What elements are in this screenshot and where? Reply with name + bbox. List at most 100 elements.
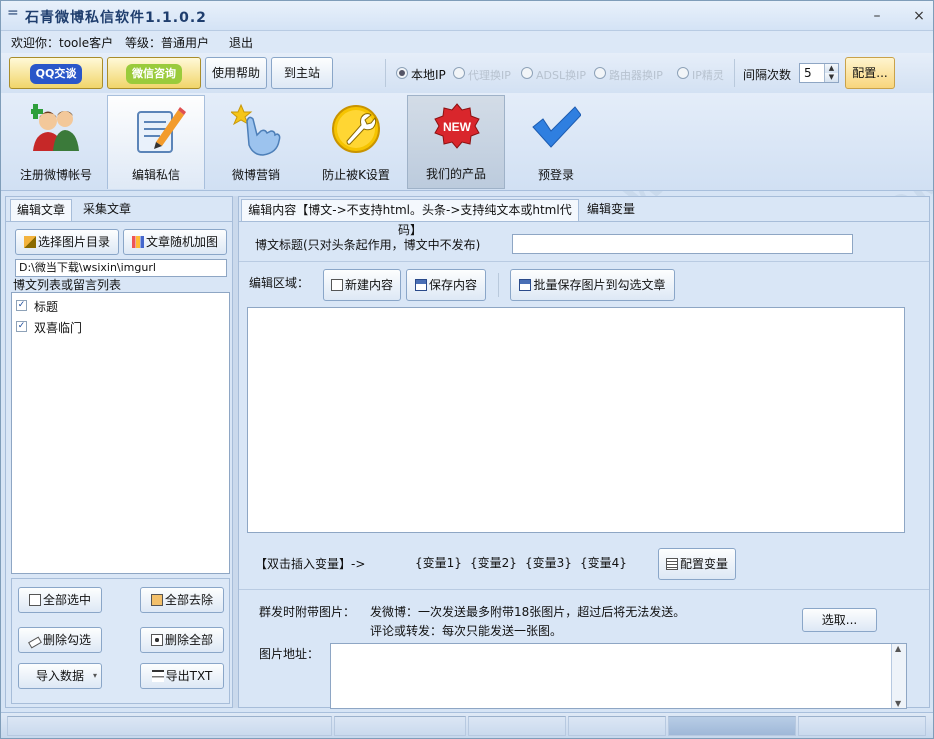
minimize-button[interactable]: – — [867, 7, 887, 25]
ip-radio-proxy[interactable] — [453, 67, 465, 79]
toolbar-separator — [385, 59, 386, 87]
wechat-consult-label: 微信咨询 — [126, 64, 182, 84]
export-icon — [151, 670, 164, 682]
users-add-icon — [31, 104, 79, 151]
select-all-label: 全部选中 — [42, 593, 91, 607]
select-all-button[interactable]: 全部选中 — [18, 587, 102, 613]
image-address-scrollbar[interactable]: ▲ ▼ — [891, 644, 906, 708]
pencil-icon — [23, 236, 36, 248]
ip-radio-ipjingling[interactable] — [677, 67, 689, 79]
tab-edit-content[interactable]: 编辑内容【博文->不支持html。头条->支持纯文本或html代码】 — [241, 199, 579, 237]
image-dir-path[interactable]: D:\微当下载\wsixin\imgurl — [15, 259, 227, 277]
edit-document-icon — [137, 107, 186, 153]
ip-radio-router[interactable] — [594, 67, 606, 79]
tab-edit-variables[interactable]: 编辑变量 — [581, 199, 641, 221]
new-badge-text: NEW — [443, 120, 472, 134]
ip-radio-local[interactable] — [396, 67, 408, 79]
ip-radio-adsl[interactable] — [521, 67, 533, 79]
title-bar: = 石青微博私信软件1.1.0.2 – × — [1, 1, 933, 31]
ip-option-router-label: 路由器换IP — [609, 69, 663, 82]
import-data-label: 导入数据 — [35, 669, 84, 683]
image-address-input[interactable]: ▲ ▼ — [330, 643, 907, 709]
article-list[interactable]: ✓ 标题 ✓ 双喜临门 — [11, 292, 230, 574]
random-image-button[interactable]: 文章随机加图 — [123, 229, 227, 255]
ip-option-adsl-label: ADSL换IP — [536, 69, 586, 82]
post-title-label: 博文标题(只对头条起作用，博文中不发布) — [255, 238, 481, 252]
module-register-account[interactable]: 注册微博帐号 — [7, 95, 105, 189]
content-editor[interactable] — [247, 307, 905, 533]
save-content-label: 保存内容 — [428, 278, 477, 292]
tab-edit-article[interactable]: 编辑文章 — [10, 199, 72, 221]
wechat-consult-button[interactable]: 微信咨询 — [107, 57, 201, 89]
variable-3[interactable]: {变量3} — [525, 554, 572, 571]
user-bar: 欢迎你：toole客户 等级：普通用户 退出 — [1, 31, 933, 53]
image-dir-path-text: D:\微当下载\wsixin\imgurl — [19, 261, 156, 274]
hand-star-icon — [231, 103, 281, 156]
batch-save-images-button[interactable]: 批量保存图片到勾选文章 — [510, 269, 675, 301]
module-weibo-marketing[interactable]: 微博营销 — [207, 95, 305, 189]
tab-content-divider — [239, 221, 929, 222]
title-divider — [239, 261, 929, 262]
tab-collect-article[interactable]: 采集文章 — [76, 199, 138, 221]
deselect-all-button[interactable]: 全部去除 — [140, 587, 224, 613]
spin-down-icon[interactable]: ▼ — [824, 73, 838, 82]
select-all-icon — [28, 594, 41, 606]
module-edit-message[interactable]: 编辑私信 — [107, 95, 205, 189]
config-button[interactable]: 配置... — [845, 57, 895, 89]
new-content-button[interactable]: 新建内容 — [323, 269, 401, 301]
list-item[interactable]: ✓ 双喜临门 — [12, 317, 226, 335]
list-item[interactable]: ✓ 标题 — [12, 296, 226, 314]
module-our-products[interactable]: NEW 我们的产品 — [407, 95, 505, 189]
variable-4[interactable]: {变量4} — [580, 554, 627, 571]
insert-variable-label: 【双击插入变量】-> — [255, 557, 366, 571]
logout-link[interactable]: 退出 — [229, 34, 253, 51]
module-edit-label: 编辑私信 — [131, 168, 180, 182]
close-button[interactable]: × — [909, 7, 929, 25]
module-toolbar: 注册微博帐号 编辑私信 微博营销 防止被K设置 NEW 我们的产品 预登录 — [1, 93, 933, 191]
import-data-dropdown[interactable]: 导入数据 ▾ — [18, 663, 102, 689]
qq-chat-label: QQ交谈 — [29, 64, 83, 84]
save-content-button[interactable]: 保存内容 — [406, 269, 486, 301]
help-button[interactable]: 使用帮助 — [205, 57, 267, 89]
interval-spinner[interactable]: 5 ▲ ▼ — [799, 63, 839, 83]
home-site-button[interactable]: 到主站 — [271, 57, 333, 89]
list-config-icon — [665, 558, 678, 570]
delete-all-button[interactable]: 删除全部 — [140, 627, 224, 653]
choose-image-dir-label: 选择图片目录 — [37, 235, 110, 249]
config-variables-button[interactable]: 配置变量 — [658, 548, 736, 580]
save-disk-icon — [519, 279, 532, 291]
status-cell — [334, 716, 466, 736]
tab-content-divider — [6, 221, 232, 222]
export-txt-button[interactable]: 导出TXT — [140, 663, 224, 689]
variable-1[interactable]: {变量1} — [415, 554, 462, 571]
top-toolbar: QQ交谈 微信咨询 使用帮助 到主站 — [1, 53, 933, 93]
module-anti-ban-settings[interactable]: 防止被K设置 — [307, 95, 405, 189]
qq-chat-button[interactable]: QQ交谈 — [9, 57, 103, 89]
post-title-input[interactable] — [512, 234, 853, 254]
choose-image-dir-button[interactable]: 选择图片目录 — [15, 229, 119, 255]
checkbox-checked-icon[interactable]: ✓ — [16, 321, 27, 332]
variable-2[interactable]: {变量2} — [470, 554, 517, 571]
module-pre-login[interactable]: 预登录 — [507, 95, 605, 189]
article-list-title: 博文列表或留言列表 — [13, 278, 122, 292]
new-content-label: 新建内容 — [344, 278, 393, 292]
delete-all-label: 删除全部 — [164, 633, 213, 647]
pick-images-button[interactable]: 选取... — [802, 608, 877, 632]
deselect-all-icon — [150, 594, 163, 606]
spin-up-icon[interactable]: ▲ — [824, 64, 838, 73]
level-text: 等级：普通用户 — [125, 36, 210, 50]
attach-images-label: 群发时附带图片： — [259, 605, 356, 619]
module-register-label: 注册微博帐号 — [19, 168, 92, 182]
module-pre-login-label: 预登录 — [537, 168, 574, 182]
system-menu-icon[interactable]: = — [7, 5, 19, 21]
status-bar — [1, 712, 933, 738]
edit-area-label: 编辑区域： — [249, 276, 310, 290]
checkbox-checked-icon[interactable]: ✓ — [16, 300, 27, 311]
wrench-icon — [332, 105, 380, 153]
image-address-label: 图片地址： — [259, 647, 320, 661]
scroll-up-icon[interactable]: ▲ — [895, 644, 901, 653]
delete-checked-button[interactable]: 删除勾选 — [18, 627, 102, 653]
left-panel: 编辑文章 采集文章 选择图片目录 文章随机加图 D:\微当下载\wsixin\i… — [5, 196, 233, 708]
scroll-down-icon[interactable]: ▼ — [895, 699, 901, 708]
save-disk-icon — [414, 279, 427, 291]
